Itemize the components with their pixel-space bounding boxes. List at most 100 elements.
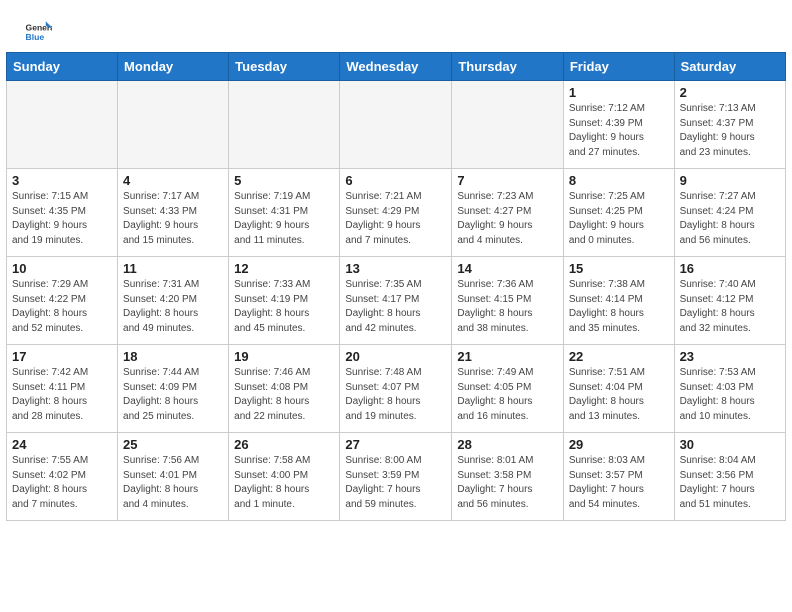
day-number: 5 — [234, 173, 334, 188]
svg-text:Blue: Blue — [26, 32, 45, 42]
day-number: 20 — [345, 349, 446, 364]
day-info: Sunrise: 7:21 AM Sunset: 4:29 PM Dayligh… — [345, 190, 446, 248]
day-info: Sunrise: 7:13 AM Sunset: 4:37 PM Dayligh… — [680, 102, 780, 160]
day-info: Sunrise: 7:33 AM Sunset: 4:19 PM Dayligh… — [234, 278, 334, 336]
week-row-0: 1 Sunrise: 7:12 AM Sunset: 4:39 PM Daylig… — [7, 81, 786, 169]
calendar-cell: 26 Sunrise: 7:58 AM Sunset: 4:00 PM Dayli… — [229, 433, 340, 521]
day-number: 6 — [345, 173, 446, 188]
calendar-cell: 27Sunrise: 8:00 AM Sunset: 3:59 PM Dayli… — [340, 433, 452, 521]
day-info: Sunrise: 7:29 AM Sunset: 4:22 PM Dayligh… — [12, 278, 112, 336]
calendar-wrapper: SundayMondayTuesdayWednesdayThursdayFrid… — [0, 52, 792, 527]
day-info: Sunrise: 8:01 AM Sunset: 3:58 PM Dayligh… — [457, 454, 557, 512]
day-number: 30 — [680, 437, 780, 452]
calendar-cell: 7Sunrise: 7:23 AM Sunset: 4:27 PM Daylig… — [452, 169, 563, 257]
day-info: Sunrise: 8:03 AM Sunset: 3:57 PM Dayligh… — [569, 454, 669, 512]
calendar-cell: 1 Sunrise: 7:12 AM Sunset: 4:39 PM Daylig… — [563, 81, 674, 169]
day-info: Sunrise: 8:04 AM Sunset: 3:56 PM Dayligh… — [680, 454, 780, 512]
calendar-table: SundayMondayTuesdayWednesdayThursdayFrid… — [6, 52, 786, 521]
calendar-cell: 2 Sunrise: 7:13 AM Sunset: 4:37 PM Daylig… — [674, 81, 785, 169]
day-number: 28 — [457, 437, 557, 452]
day-number: 2 — [680, 85, 780, 100]
calendar-cell: 9 Sunrise: 7:27 AM Sunset: 4:24 PM Daylig… — [674, 169, 785, 257]
weekday-header-sunday: Sunday — [7, 53, 118, 81]
day-info: Sunrise: 7:51 AM Sunset: 4:04 PM Dayligh… — [569, 366, 669, 424]
calendar-cell: 15 Sunrise: 7:38 AM Sunset: 4:14 PM Dayli… — [563, 257, 674, 345]
weekday-header-wednesday: Wednesday — [340, 53, 452, 81]
calendar-cell: 28 Sunrise: 8:01 AM Sunset: 3:58 PM Dayli… — [452, 433, 563, 521]
day-number: 10 — [12, 261, 112, 276]
day-number: 12 — [234, 261, 334, 276]
day-info: Sunrise: 7:25 AM Sunset: 4:25 PM Dayligh… — [569, 190, 669, 248]
day-info: Sunrise: 7:42 AM Sunset: 4:11 PM Dayligh… — [12, 366, 112, 424]
calendar-cell: 18 Sunrise: 7:44 AM Sunset: 4:09 PM Dayli… — [118, 345, 229, 433]
day-number: 29 — [569, 437, 669, 452]
day-info: Sunrise: 7:23 AM Sunset: 4:27 PM Dayligh… — [457, 190, 557, 248]
calendar-cell: 30 Sunrise: 8:04 AM Sunset: 3:56 PM Dayli… — [674, 433, 785, 521]
day-info: Sunrise: 7:38 AM Sunset: 4:14 PM Dayligh… — [569, 278, 669, 336]
day-info: Sunrise: 7:17 AM Sunset: 4:33 PM Dayligh… — [123, 190, 223, 248]
day-number: 18 — [123, 349, 223, 364]
calendar-cell — [7, 81, 118, 169]
day-info: Sunrise: 7:58 AM Sunset: 4:00 PM Dayligh… — [234, 454, 334, 512]
calendar-cell — [340, 81, 452, 169]
calendar-cell: 22 Sunrise: 7:51 AM Sunset: 4:04 PM Dayli… — [563, 345, 674, 433]
week-row-3: 17 Sunrise: 7:42 AM Sunset: 4:11 PM Dayli… — [7, 345, 786, 433]
calendar-cell: 20 Sunrise: 7:48 AM Sunset: 4:07 PM Dayli… — [340, 345, 452, 433]
calendar-cell: 19 Sunrise: 7:46 AM Sunset: 4:08 PM Dayli… — [229, 345, 340, 433]
day-number: 27 — [345, 437, 446, 452]
day-info: Sunrise: 7:44 AM Sunset: 4:09 PM Dayligh… — [123, 366, 223, 424]
calendar-cell: 12 Sunrise: 7:33 AM Sunset: 4:19 PM Dayli… — [229, 257, 340, 345]
calendar-cell: 5 Sunrise: 7:19 AM Sunset: 4:31 PM Daylig… — [229, 169, 340, 257]
week-row-4: 24 Sunrise: 7:55 AM Sunset: 4:02 PM Dayli… — [7, 433, 786, 521]
calendar-cell: 17 Sunrise: 7:42 AM Sunset: 4:11 PM Dayli… — [7, 345, 118, 433]
day-number: 11 — [123, 261, 223, 276]
weekday-header-friday: Friday — [563, 53, 674, 81]
calendar-cell: 29 Sunrise: 8:03 AM Sunset: 3:57 PM Dayli… — [563, 433, 674, 521]
week-row-2: 10 Sunrise: 7:29 AM Sunset: 4:22 PM Dayli… — [7, 257, 786, 345]
day-number: 23 — [680, 349, 780, 364]
day-info: Sunrise: 7:27 AM Sunset: 4:24 PM Dayligh… — [680, 190, 780, 248]
day-info: Sunrise: 7:56 AM Sunset: 4:01 PM Dayligh… — [123, 454, 223, 512]
calendar-cell: 25 Sunrise: 7:56 AM Sunset: 4:01 PM Dayli… — [118, 433, 229, 521]
day-number: 22 — [569, 349, 669, 364]
weekday-header-row: SundayMondayTuesdayWednesdayThursdayFrid… — [7, 53, 786, 81]
day-number: 3 — [12, 173, 112, 188]
day-number: 17 — [12, 349, 112, 364]
logo-icon: General Blue — [24, 18, 52, 46]
day-number: 15 — [569, 261, 669, 276]
day-info: Sunrise: 7:12 AM Sunset: 4:39 PM Dayligh… — [569, 102, 669, 160]
calendar-cell: 23 Sunrise: 7:53 AM Sunset: 4:03 PM Dayli… — [674, 345, 785, 433]
weekday-header-tuesday: Tuesday — [229, 53, 340, 81]
day-info: Sunrise: 7:31 AM Sunset: 4:20 PM Dayligh… — [123, 278, 223, 336]
day-info: Sunrise: 7:55 AM Sunset: 4:02 PM Dayligh… — [12, 454, 112, 512]
calendar-cell — [452, 81, 563, 169]
calendar-cell: 21 Sunrise: 7:49 AM Sunset: 4:05 PM Dayli… — [452, 345, 563, 433]
day-info: Sunrise: 7:40 AM Sunset: 4:12 PM Dayligh… — [680, 278, 780, 336]
calendar-cell: 13Sunrise: 7:35 AM Sunset: 4:17 PM Dayli… — [340, 257, 452, 345]
day-info: Sunrise: 7:53 AM Sunset: 4:03 PM Dayligh… — [680, 366, 780, 424]
day-info: Sunrise: 7:49 AM Sunset: 4:05 PM Dayligh… — [457, 366, 557, 424]
day-info: Sunrise: 7:19 AM Sunset: 4:31 PM Dayligh… — [234, 190, 334, 248]
day-number: 26 — [234, 437, 334, 452]
weekday-header-monday: Monday — [118, 53, 229, 81]
calendar-cell: 6 Sunrise: 7:21 AM Sunset: 4:29 PM Daylig… — [340, 169, 452, 257]
calendar-cell: 8Sunrise: 7:25 AM Sunset: 4:25 PM Daylig… — [563, 169, 674, 257]
calendar-cell: 3 Sunrise: 7:15 AM Sunset: 4:35 PM Daylig… — [7, 169, 118, 257]
day-number: 14 — [457, 261, 557, 276]
week-row-1: 3 Sunrise: 7:15 AM Sunset: 4:35 PM Daylig… — [7, 169, 786, 257]
day-number: 19 — [234, 349, 334, 364]
weekday-header-thursday: Thursday — [452, 53, 563, 81]
day-info: Sunrise: 7:15 AM Sunset: 4:35 PM Dayligh… — [12, 190, 112, 248]
day-number: 25 — [123, 437, 223, 452]
day-info: Sunrise: 7:46 AM Sunset: 4:08 PM Dayligh… — [234, 366, 334, 424]
day-number: 9 — [680, 173, 780, 188]
day-number: 16 — [680, 261, 780, 276]
calendar-cell: 4Sunrise: 7:17 AM Sunset: 4:33 PM Daylig… — [118, 169, 229, 257]
calendar-cell — [229, 81, 340, 169]
day-number: 1 — [569, 85, 669, 100]
logo: General Blue — [24, 18, 56, 46]
calendar-cell — [118, 81, 229, 169]
day-number: 21 — [457, 349, 557, 364]
day-info: Sunrise: 7:48 AM Sunset: 4:07 PM Dayligh… — [345, 366, 446, 424]
day-number: 24 — [12, 437, 112, 452]
